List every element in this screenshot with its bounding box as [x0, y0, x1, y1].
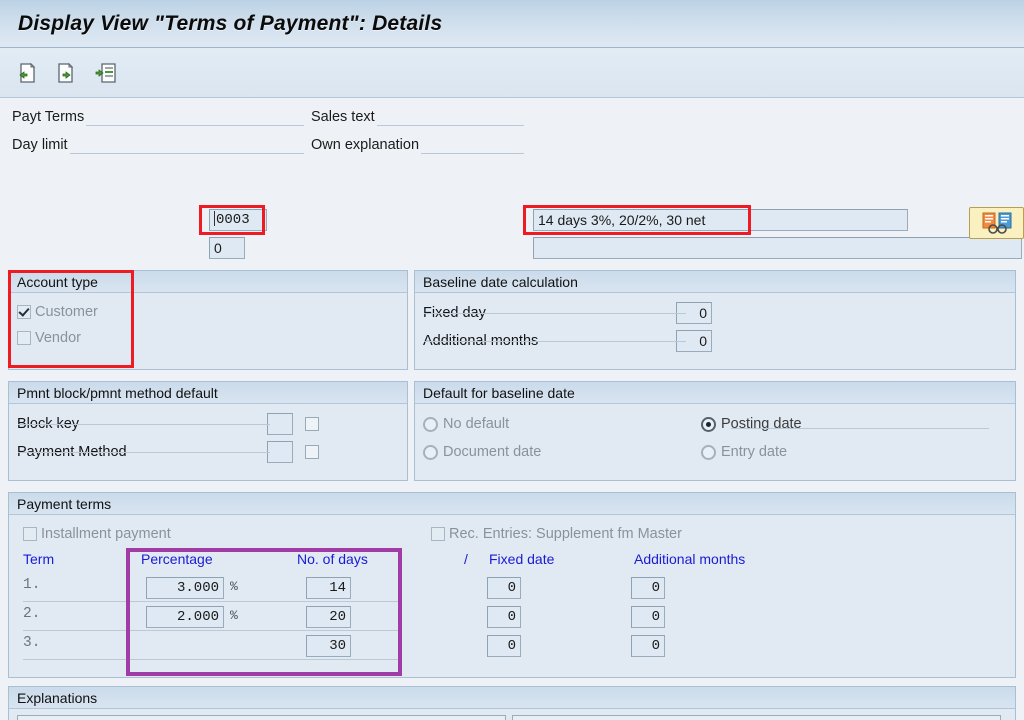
account-type-group: Account type Customer Vendor	[8, 270, 408, 370]
column-header-no-of-days: No. of days	[297, 551, 368, 567]
radio-entry-date-row[interactable]: Entry date	[701, 438, 1007, 466]
column-header-additional-months: Additional months	[634, 551, 746, 567]
previous-entry-icon[interactable]	[10, 57, 42, 89]
default-baseline-date-title: Default for baseline date	[415, 382, 1015, 404]
default-baseline-date-group: Default for baseline date No default Doc…	[414, 381, 1016, 481]
sap-terms-of-payment-screen: Display View "Terms of Payment": Details	[0, 0, 1024, 720]
pmnt-block-title: Pmnt block/pmnt method default	[9, 382, 407, 404]
block-key-checkbox[interactable]	[305, 417, 319, 431]
form-content: Payt Terms 0003 Sales text 14 days 3%, 2…	[0, 98, 1024, 720]
field-underline	[69, 136, 304, 154]
percent-symbol: %	[230, 579, 238, 594]
baseline-date-calculation-group: Baseline date calculation Fixed day 0 Ad…	[414, 270, 1016, 370]
account-type-title: Account type	[9, 271, 407, 293]
baseline-date-calculation-title: Baseline date calculation	[415, 271, 1015, 293]
posting-date-radio[interactable]	[701, 416, 716, 432]
payment-terms-title: Payment terms	[9, 493, 1015, 515]
installment-payment-row[interactable]: Installment payment	[23, 521, 171, 547]
radio-no-default-row[interactable]: No default	[423, 410, 701, 438]
application-toolbar	[0, 48, 1024, 98]
own-explanation-label: Own explanation	[311, 137, 420, 153]
column-header-fixed-date: Fixed date	[489, 551, 555, 567]
sales-text-label: Sales text	[311, 109, 375, 125]
days-input[interactable]: 30	[306, 635, 351, 657]
row-underline	[23, 601, 401, 602]
term-number: 2.	[23, 606, 41, 622]
payt-terms-label: Payt Terms	[12, 109, 85, 125]
block-key-input[interactable]	[267, 413, 293, 435]
field-underline	[424, 313, 686, 314]
installment-payment-checkbox[interactable]	[23, 527, 37, 541]
vendor-label: Vendor	[35, 330, 81, 346]
term-number: 3.	[23, 635, 41, 651]
fixed-date-input[interactable]: 0	[487, 635, 521, 657]
document-date-label: Document date	[443, 444, 542, 460]
rec-entries-row[interactable]: Rec. Entries: Supplement fm Master	[431, 521, 682, 547]
additional-months-input[interactable]: 0	[631, 577, 665, 599]
percent-symbol: %	[230, 608, 238, 623]
fixed-date-input[interactable]: 0	[487, 577, 521, 599]
rec-entries-label: Rec. Entries: Supplement fm Master	[449, 526, 682, 542]
field-underline	[18, 452, 270, 453]
days-input[interactable]: 14	[306, 577, 351, 599]
payt-terms-input[interactable]: 0003	[209, 209, 267, 231]
fixed-date-input[interactable]: 0	[487, 606, 521, 628]
own-explanation-input[interactable]	[533, 237, 1022, 259]
entry-date-radio[interactable]	[701, 444, 716, 460]
explanation-line1-right[interactable]: within 20 days 2 % cash discount	[512, 715, 1001, 720]
day-limit-label: Day limit	[12, 137, 68, 153]
radio-posting-date-row[interactable]: Posting date	[701, 410, 1007, 438]
display-documents-button[interactable]	[969, 207, 1024, 239]
day-limit-input[interactable]: 0	[209, 237, 245, 259]
term-number: 1.	[23, 577, 41, 593]
page-title: Display View "Terms of Payment": Details	[18, 11, 443, 35]
additional-months-input[interactable]: 0	[631, 606, 665, 628]
explanation-line1-left[interactable]: within 14 days 3 % cash discount	[17, 715, 506, 720]
window-title-bar: Display View "Terms of Payment": Details	[0, 0, 1024, 48]
days-input[interactable]: 20	[306, 606, 351, 628]
customer-checkbox[interactable]	[17, 305, 31, 319]
radio-document-date-row[interactable]: Document date	[423, 438, 701, 466]
next-entry-icon[interactable]	[50, 57, 82, 89]
column-header-slash: /	[464, 551, 468, 567]
document-date-radio[interactable]	[423, 444, 438, 460]
field-underline	[18, 424, 270, 425]
installment-payment-label: Installment payment	[41, 526, 171, 542]
field-underline	[731, 428, 989, 429]
header-fields: Payt Terms 0003 Sales text 14 days 3%, 2…	[6, 98, 1024, 259]
no-default-label: No default	[443, 416, 510, 432]
pmnt-block-group: Pmnt block/pmnt method default Block key…	[8, 381, 408, 481]
posting-date-label: Posting date	[721, 416, 802, 432]
additional-months-input[interactable]: 0	[631, 635, 665, 657]
entry-overview-icon[interactable]	[90, 57, 122, 89]
account-type-customer-row[interactable]: Customer	[17, 299, 399, 325]
no-default-radio[interactable]	[423, 416, 438, 432]
field-underline	[86, 108, 304, 126]
row-underline	[23, 659, 401, 660]
payment-terms-group: Payment terms Installment payment Rec. E…	[8, 492, 1016, 678]
percentage-input[interactable]: 2.000	[146, 606, 224, 628]
payment-method-input[interactable]	[267, 441, 293, 463]
column-header-term: Term	[23, 551, 55, 567]
field-underline	[424, 341, 686, 342]
entry-date-label: Entry date	[721, 444, 788, 460]
percentage-input[interactable]: 3.000	[146, 577, 224, 599]
field-underline	[421, 136, 524, 154]
row-underline	[23, 630, 401, 631]
rec-entries-checkbox[interactable]	[431, 527, 445, 541]
vendor-checkbox[interactable]	[17, 331, 31, 345]
sales-text-input[interactable]: 14 days 3%, 20/2%, 30 net	[533, 209, 908, 231]
field-underline	[376, 108, 524, 126]
customer-label: Customer	[35, 304, 98, 320]
explanations-group: Explanations within 14 days 3 % cash dis…	[8, 686, 1016, 720]
explanations-title: Explanations	[9, 687, 1015, 709]
account-type-vendor-row[interactable]: Vendor	[17, 325, 399, 351]
payment-method-checkbox[interactable]	[305, 445, 319, 459]
column-header-percentage: Percentage	[141, 551, 213, 567]
